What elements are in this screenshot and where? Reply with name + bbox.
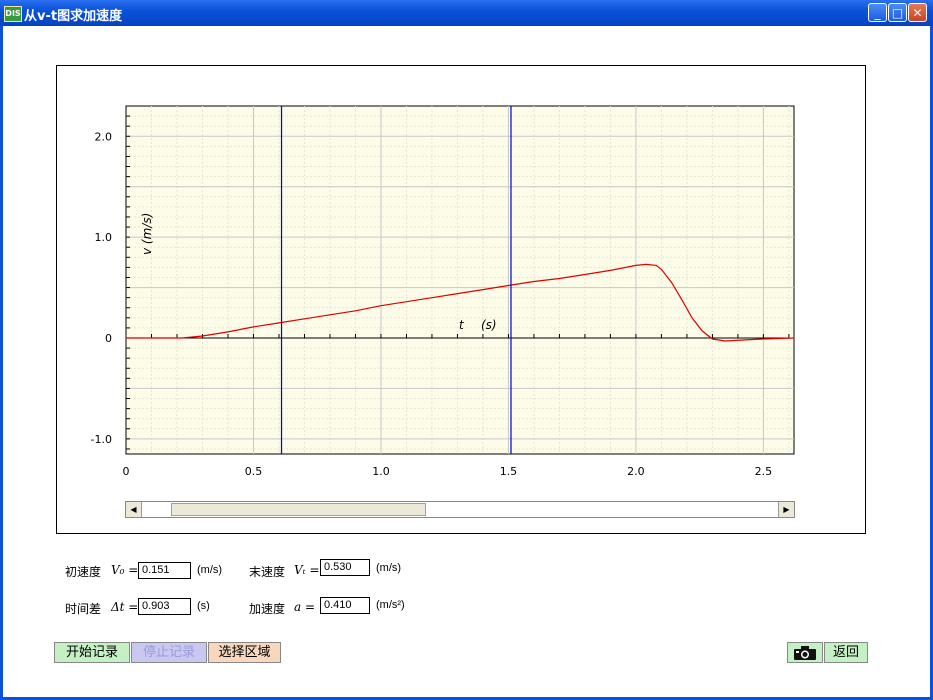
vt-label: 末速度 (249, 565, 286, 579)
v0-unit: (m/s) (197, 564, 223, 576)
chart-panel (56, 65, 866, 534)
window-title: 从v-t图求加速度 (24, 9, 123, 24)
vt-value-field: 0.530 (320, 559, 370, 576)
scroll-right-arrow-icon[interactable]: ▶ (778, 502, 794, 517)
close-button[interactable]: ✕ (908, 3, 927, 22)
vt-symbol: Vₜ = (294, 563, 320, 577)
camera-icon (794, 646, 816, 660)
a-value-field: 0.410 (320, 597, 370, 614)
start-record-button[interactable]: 开始记录 (54, 642, 130, 663)
time-scrollbar[interactable]: ◀ ▶ (125, 501, 795, 518)
app-icon: DIS (4, 6, 22, 22)
title-bar: DIS 从v-t图求加速度 _ □ ✕ (0, 0, 933, 26)
select-region-button[interactable]: 选择区域 (208, 642, 281, 663)
vt-unit: (m/s) (376, 562, 402, 574)
a-unit: (m/s²) (376, 599, 405, 611)
stop-record-button[interactable]: 停止记录 (131, 642, 207, 663)
a-label: 加速度 (249, 602, 286, 616)
camera-button[interactable] (787, 642, 823, 663)
v0-value-field: 0.151 (138, 562, 191, 579)
window-frame-left (0, 26, 3, 700)
dt-value-field: 0.903 (138, 598, 191, 615)
a-symbol: a = (294, 600, 316, 614)
dt-label: 时间差 (65, 602, 102, 616)
dt-unit: (s) (197, 600, 210, 612)
back-button[interactable]: 返回 (824, 642, 868, 663)
scroll-thumb[interactable] (171, 503, 426, 516)
scroll-left-arrow-icon[interactable]: ◀ (126, 502, 142, 517)
maximize-button[interactable]: □ (888, 3, 907, 22)
minimize-button[interactable]: _ (868, 3, 887, 22)
v0-label: 初速度 (65, 565, 102, 579)
dt-symbol: Δt = (111, 600, 139, 614)
v0-symbol: V₀ = (111, 563, 139, 577)
